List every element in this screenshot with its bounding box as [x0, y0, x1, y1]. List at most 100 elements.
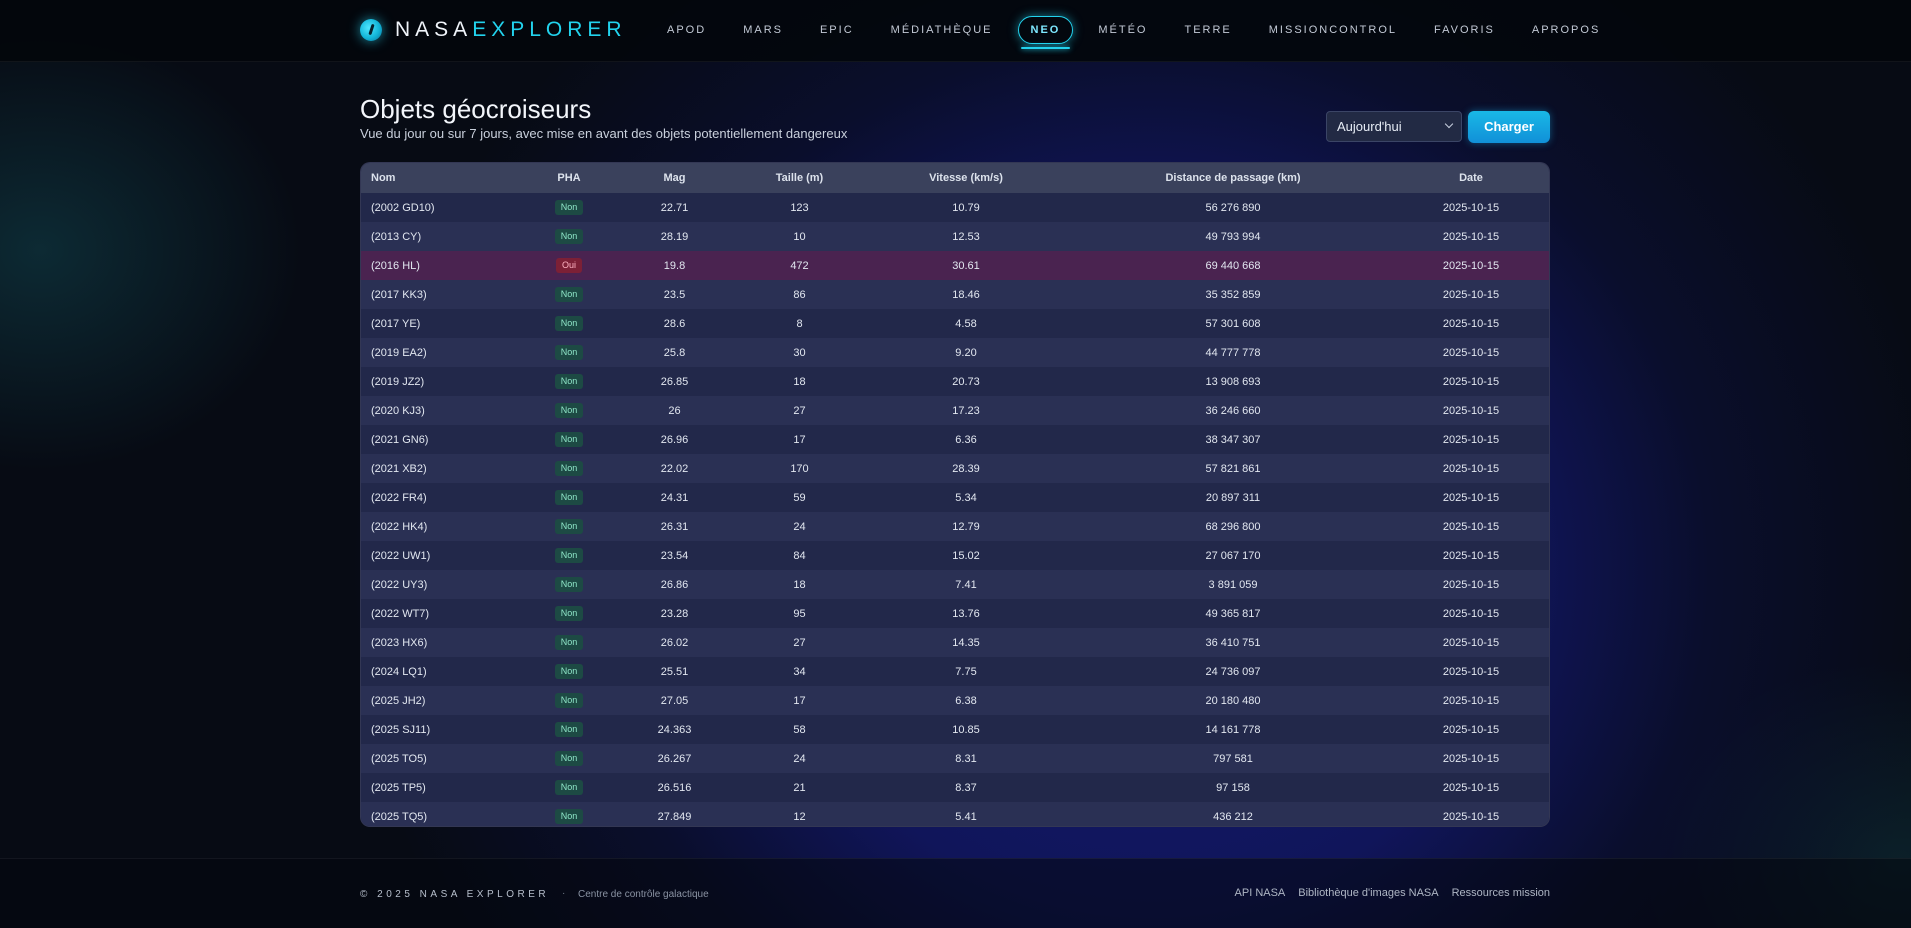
nav-item-missioncontrol[interactable]: MISSIONCONTROL — [1257, 17, 1409, 43]
pha-cell: Non — [531, 280, 607, 309]
cell-distance-de-passage-km: 38 347 307 — [1205, 433, 1261, 446]
pha-cell: Non — [531, 773, 607, 802]
pha-cell: Non — [531, 657, 607, 686]
cell-taille-m: 95 — [793, 607, 806, 620]
cell-taille-m: 472 — [790, 259, 809, 272]
pha-badge: Oui — [555, 258, 582, 273]
pha-cell: Non — [531, 744, 607, 773]
pha-badge: Non — [554, 432, 584, 447]
cell-distance-de-passage-km: 35 352 859 — [1205, 288, 1261, 301]
cell-taille-m: 18 — [793, 375, 806, 388]
pha-cell: Non — [531, 396, 607, 425]
table-row[interactable]: (2016 HL) Oui 19.8 472 30.61 69 440 668 2025-1… — [361, 251, 1549, 280]
cell-taille-m: 34 — [793, 665, 806, 678]
nav-item-favoris[interactable]: FAVORIS — [1422, 17, 1507, 43]
cell-mag: 25.8 — [663, 346, 686, 359]
pha-cell: Non — [531, 715, 607, 744]
table-row[interactable]: (2021 XB2) Non 22.02 170 28.39 57 821 861 2025… — [361, 454, 1549, 483]
table-row[interactable]: (2017 KK3) Non 23.5 86 18.46 35 352 859 2025-1… — [361, 280, 1549, 309]
pha-cell: Non — [531, 512, 607, 541]
footer-link-bibliotheque-d-images-nasa[interactable]: Bibliothèque d'images NASA — [1298, 887, 1438, 899]
cell-taille-m: 17 — [793, 694, 806, 707]
table-row[interactable]: (2023 HX6) Non 26.02 27 14.35 36 410 751 2025-… — [361, 628, 1549, 657]
table-row[interactable]: (2022 FR4) Non 24.31 59 5.34 20 897 311 2025-1… — [361, 483, 1549, 512]
cell-date: 2025-10-15 — [1442, 665, 1500, 678]
cell-taille-m: 17 — [793, 433, 806, 446]
table-row[interactable]: (2025 TP5) Non 26.516 21 8.37 97 158 2025-10-1… — [361, 773, 1549, 802]
footer-tagline: Centre de contrôle galactique — [578, 889, 709, 900]
table-row[interactable]: (2013 CY) Non 28.19 10 12.53 49 793 994 2025-1… — [361, 222, 1549, 251]
cell-mag: 26.267 — [657, 752, 692, 765]
cell-vitesse-km-s: 6.36 — [955, 433, 977, 446]
cell-mag: 24.31 — [660, 491, 689, 504]
cell-mag: 26 — [668, 404, 681, 417]
pha-badge: Non — [554, 548, 584, 563]
pha-badge: Non — [554, 519, 584, 534]
table-row[interactable]: (2025 TO5) Non 26.267 24 8.31 797 581 2025-10-… — [361, 744, 1549, 773]
cell-date: 2025-10-15 — [1442, 752, 1500, 765]
table-row[interactable]: (2022 HK4) Non 26.31 24 12.79 68 296 800 2025-… — [361, 512, 1549, 541]
nav-item-mars[interactable]: MARS — [731, 17, 795, 43]
nav-item-meteo[interactable]: MÉTÉO — [1086, 17, 1159, 43]
nav-item-terre[interactable]: TERRE — [1172, 17, 1243, 43]
brand-explorer-text: EXPLORER — [472, 18, 627, 41]
table-header-row: Nom PHA Mag Taille (m) Vitesse (km/s) Distanc… — [361, 163, 1549, 193]
pha-badge: Non — [554, 345, 584, 360]
cell-vitesse-km-s: 7.75 — [955, 665, 977, 678]
nav-item-mediatheque[interactable]: MÉDIATHÈQUE — [879, 17, 1005, 43]
neo-table: Nom PHA Mag Taille (m) Vitesse (km/s) Distanc… — [360, 162, 1550, 827]
cell-vitesse-km-s: 12.53 — [952, 230, 980, 243]
cell-taille-m: 10 — [793, 230, 806, 243]
table-row[interactable]: (2020 KJ3) Non 26 27 17.23 36 246 660 2025-10-… — [361, 396, 1549, 425]
column-header-vitesse-km-s: Vitesse (km/s) — [929, 172, 1003, 184]
cell-nom: (2025 TQ5) — [371, 810, 428, 823]
cell-date: 2025-10-15 — [1442, 201, 1500, 214]
table-row[interactable]: (2019 JZ2) Non 26.85 18 20.73 13 908 693 2025-… — [361, 367, 1549, 396]
table-row[interactable]: (2002 GD10) Non 22.71 123 10.79 56 276 890 202… — [361, 193, 1549, 222]
cell-taille-m: 18 — [793, 578, 806, 591]
nav-item-apod[interactable]: APOD — [655, 17, 718, 43]
cell-date: 2025-10-15 — [1442, 230, 1500, 243]
column-header-taille-m: Taille (m) — [775, 172, 824, 184]
nav-item-epic[interactable]: EPIC — [808, 17, 866, 43]
table-row[interactable]: (2025 TQ5) Non 27.849 12 5.41 436 212 2025-10-… — [361, 802, 1549, 826]
cell-nom: (2025 TO5) — [371, 752, 427, 765]
brand-logo-link[interactable]: NASAEXPLORER — [360, 18, 627, 42]
table-row[interactable]: (2025 SJ11) Non 24.363 58 10.85 14 161 778 202… — [361, 715, 1549, 744]
table-row[interactable]: (2021 GN6) Non 26.96 17 6.36 38 347 307 2025-1… — [361, 425, 1549, 454]
cell-date: 2025-10-15 — [1442, 288, 1500, 301]
cell-vitesse-km-s: 17.23 — [952, 404, 980, 417]
column-header-date: Date — [1459, 172, 1483, 184]
table-row[interactable]: (2019 EA2) Non 25.8 30 9.20 44 777 778 2025-10… — [361, 338, 1549, 367]
table-row[interactable]: (2022 WT7) Non 23.28 95 13.76 49 365 817 2025-… — [361, 599, 1549, 628]
cell-vitesse-km-s: 5.41 — [955, 810, 977, 823]
cell-date: 2025-10-15 — [1442, 578, 1500, 591]
cell-distance-de-passage-km: 57 301 608 — [1205, 317, 1261, 330]
cell-distance-de-passage-km: 20 897 311 — [1205, 491, 1261, 504]
footer-link-ressources-mission[interactable]: Ressources mission — [1452, 887, 1550, 899]
range-select[interactable]: Aujourd'hui — [1326, 111, 1462, 142]
nav-item-neo[interactable]: NEO — [1017, 16, 1074, 49]
pha-badge: Non — [554, 374, 584, 389]
pha-badge: Non — [554, 490, 584, 505]
cell-taille-m: 123 — [790, 201, 809, 214]
cell-taille-m: 27 — [793, 636, 806, 649]
pha-badge: Non — [554, 664, 584, 679]
pha-cell: Non — [531, 570, 607, 599]
load-button[interactable]: Charger — [1468, 111, 1550, 143]
table-row[interactable]: (2022 UY3) Non 26.86 18 7.41 3 891 059 2025-10… — [361, 570, 1549, 599]
footer-link-api-nasa[interactable]: API NASA — [1235, 887, 1286, 899]
cell-mag: 23.5 — [663, 288, 686, 301]
table-row[interactable]: (2024 LQ1) Non 25.51 34 7.75 24 736 097 2025-1… — [361, 657, 1549, 686]
table-row[interactable]: (2025 JH2) Non 27.05 17 6.38 20 180 480 2025-1… — [361, 686, 1549, 715]
cell-nom: (2022 WT7) — [371, 607, 430, 620]
nav-item-apropos[interactable]: APROPOS — [1520, 17, 1612, 43]
cell-nom: (2016 HL) — [371, 259, 420, 272]
table-row[interactable]: (2017 YE) Non 28.6 8 4.58 57 301 608 2025-10-1… — [361, 309, 1549, 338]
cell-distance-de-passage-km: 57 821 861 — [1205, 462, 1261, 475]
pha-badge: Non — [554, 403, 584, 418]
cell-date: 2025-10-15 — [1442, 636, 1500, 649]
cell-nom: (2022 HK4) — [371, 520, 428, 533]
cell-nom: (2021 XB2) — [371, 462, 427, 475]
table-row[interactable]: (2022 UW1) Non 23.54 84 15.02 27 067 170 2025-… — [361, 541, 1549, 570]
